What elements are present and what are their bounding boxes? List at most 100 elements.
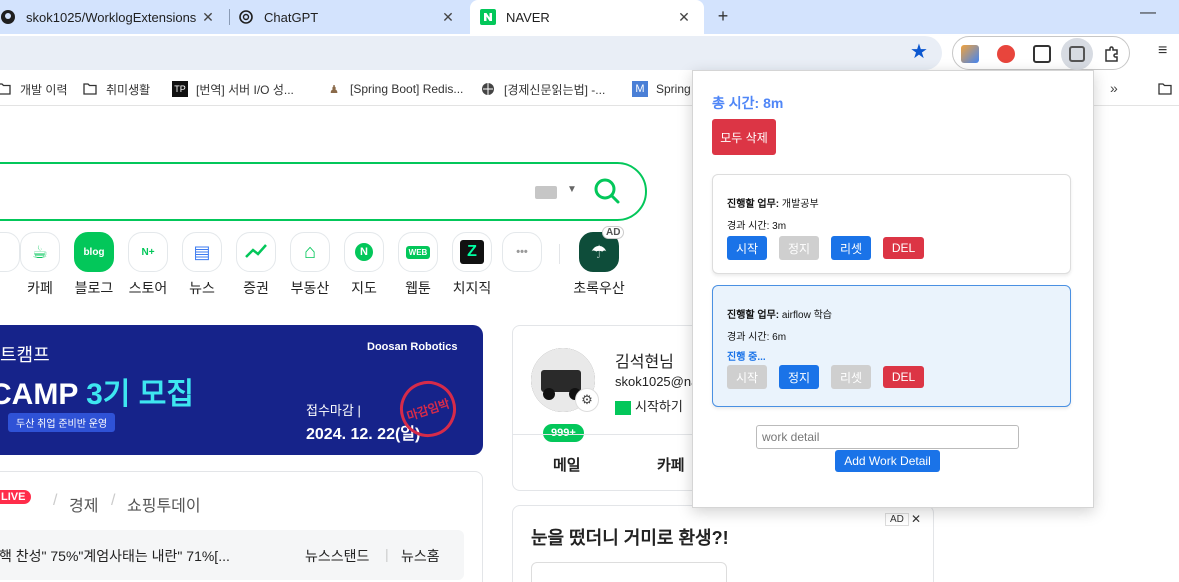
divider (559, 244, 560, 264)
shortcut-more[interactable]: ••• (495, 232, 549, 272)
puzzle-icon[interactable] (1103, 45, 1121, 63)
close-icon[interactable]: ✕ (676, 9, 692, 25)
bookmark-star-icon[interactable]: ★ (908, 41, 930, 63)
task-name: 진행할 업무: 개발공부 (727, 199, 819, 210)
stop-button[interactable]: 정지 (779, 236, 819, 260)
news-box: LIVE / 경제 / 쇼핑투데이 핵 찬성" 75%"계엄사태는 내란" 71… (0, 471, 483, 582)
keyboard-icon[interactable] (535, 186, 557, 199)
close-icon[interactable]: ✕ (440, 9, 456, 25)
chevron-down-icon[interactable]: ▼ (567, 184, 577, 195)
shortcut-greenumbrella[interactable]: ☂ 초록우산 AD (572, 226, 626, 298)
ad-badge: AD (885, 513, 909, 526)
news-headline-row: 핵 찬성" 75%"계엄사태는 내란" 71%[... 뉴스스탠드 | 뉴스홈 (0, 530, 464, 580)
naver-plus-icon (615, 400, 631, 415)
newshome-link[interactable]: 뉴스홈 (401, 546, 440, 566)
stock-icon (236, 232, 276, 272)
address-bar[interactable] (0, 36, 942, 70)
tab-naver[interactable]: NAVER ✕ (470, 0, 704, 34)
task-card: 진행할 업무: 개발공부 경과 시간: 3m 시작 정지 리셋 DEL (712, 174, 1071, 274)
cafe-icon: ☕ (20, 232, 60, 272)
stop-button[interactable]: 정지 (779, 365, 819, 389)
shortcut-realestate[interactable]: ⌂ 부동산 (283, 232, 337, 298)
reading-list-icon[interactable]: ≡ (1158, 42, 1167, 60)
news-icon: ▤ (182, 232, 222, 272)
task-name: 진행할 업무: airflow 학습 (727, 310, 832, 321)
bookmark-item[interactable]: 개발 이력 (0, 80, 68, 98)
task-elapsed: 경과 시간: 6m (727, 332, 787, 343)
news-tab-shopping[interactable]: 쇼핑투데이 (127, 492, 201, 516)
profile-start-link[interactable]: 시작하기 (615, 396, 683, 415)
shortcut-webtoon[interactable]: WEB 웹툰 (391, 232, 445, 298)
work-detail-input[interactable] (756, 425, 1019, 449)
minimize-icon[interactable]: — (1140, 4, 1156, 22)
delete-button[interactable]: DEL (883, 237, 924, 259)
profile-name[interactable]: 김석현님 (615, 348, 674, 372)
extension-icon[interactable] (997, 45, 1015, 63)
start-button[interactable]: 시작 (727, 365, 767, 389)
bookmark-item[interactable]: [경제신문읽는법] -... (480, 80, 605, 98)
shortcut-cafe[interactable]: ☕ 카페 (13, 232, 67, 298)
divider: / (111, 492, 116, 509)
bookmark-label: [번역] 서버 I/O 성... (196, 82, 294, 97)
tab-strip: skok1025/WorklogExtensions ✕ ChatGPT ✕ N… (0, 0, 1179, 34)
bookmark-item[interactable]: ♟ [Spring Boot] Redis... (326, 80, 463, 98)
shortcut-stock[interactable]: 증권 (229, 232, 283, 298)
shortcut-store[interactable]: N+ 스토어 (121, 232, 175, 298)
banner-top-text: 트캠프 (0, 345, 50, 365)
close-icon[interactable]: ✕ (911, 512, 921, 526)
ad-card[interactable]: 눈을 떴더니 거미로 환생?! AD ✕ (512, 505, 934, 582)
news-tab-economy[interactable]: 경제 (69, 492, 98, 516)
profile-card: ⚙ 김석현님 skok1025@na 시작하기 999+ 메일 카페 (512, 325, 703, 491)
worklog-extension-icon[interactable] (1061, 38, 1093, 70)
start-button[interactable]: 시작 (727, 236, 767, 260)
shortcut-label: 뉴스 (189, 280, 215, 296)
shortcut-chzzk[interactable]: Z 치지직 (445, 232, 499, 298)
shortcut-label: 카페 (27, 280, 53, 296)
mail-link[interactable]: 메일 (553, 454, 581, 475)
tab-chatgpt[interactable]: ChatGPT ✕ (238, 0, 468, 34)
bookmark-item[interactable]: TP [번역] 서버 I/O 성... (172, 80, 294, 98)
delete-button[interactable]: DEL (883, 366, 924, 388)
cafe-link[interactable]: 카페 (657, 454, 685, 475)
gear-icon[interactable]: ⚙ (575, 388, 599, 412)
bookmark-label: [Spring Boot] Redis... (350, 82, 464, 96)
reset-button[interactable]: 리셋 (831, 365, 871, 389)
extension-icon[interactable] (961, 45, 979, 63)
mail-count-badge: 999+ (543, 424, 584, 442)
worklog-popup: 총 시간: 8m 모두 삭제 진행할 업무: 개발공부 경과 시간: 3m 시작… (692, 70, 1094, 508)
banner-brand: Doosan Robotics (367, 341, 458, 353)
reset-button[interactable]: 리셋 (831, 236, 871, 260)
shortcut-label: 치지직 (452, 280, 492, 296)
shortcut-news[interactable]: ▤ 뉴스 (175, 232, 229, 298)
news-headline[interactable]: 핵 찬성" 75%"계엄사태는 내란" 71%[... (0, 546, 230, 566)
new-tab-icon[interactable]: + (712, 6, 734, 28)
shortcut-label: 부동산 (290, 280, 330, 296)
newsstand-link[interactable]: 뉴스스탠드 (305, 546, 369, 566)
tab-github[interactable]: skok1025/WorklogExtensions ✕ (0, 0, 228, 34)
add-work-detail-button[interactable]: Add Work Detail (835, 450, 940, 472)
extension-icon[interactable] (1033, 45, 1051, 63)
ad-title[interactable]: 눈을 떴더니 거미로 환생?! (531, 524, 729, 550)
search-icon[interactable] (592, 176, 622, 206)
live-badge[interactable]: LIVE (0, 490, 32, 504)
globe-icon (480, 81, 496, 97)
bookmark-label: 취미생활 (106, 82, 151, 97)
promo-banner[interactable]: 트캠프 CAMP 3기 모집 두산 취업 준비반 운영 Doosan Robot… (0, 325, 483, 455)
bookmark-item[interactable]: M Spring (632, 80, 691, 98)
banner-headline: CAMP 3기 모집 (0, 378, 194, 411)
bookmark-label: [경제신문읽는법] -... (504, 82, 606, 97)
shortcut-map[interactable]: N 지도 (337, 232, 391, 298)
shortcut-blog[interactable]: blog 블로그 (67, 232, 121, 298)
tab-separator (229, 9, 230, 25)
folder-icon[interactable] (1158, 82, 1172, 100)
ad-thumbnail[interactable] (531, 562, 727, 582)
search-box[interactable]: ▼ (0, 162, 647, 221)
shortcut-label: 초록우산 (573, 280, 625, 296)
store-icon: N+ (128, 232, 168, 272)
close-icon[interactable]: ✕ (200, 9, 216, 25)
bookmark-item[interactable]: 취미생활 (82, 80, 150, 98)
delete-all-button[interactable]: 모두 삭제 (712, 119, 776, 155)
bookmarks-overflow-icon[interactable]: » (1110, 80, 1118, 96)
bookmark-label: 개발 이력 (20, 82, 68, 97)
shortcut-label: 블로그 (74, 280, 114, 296)
